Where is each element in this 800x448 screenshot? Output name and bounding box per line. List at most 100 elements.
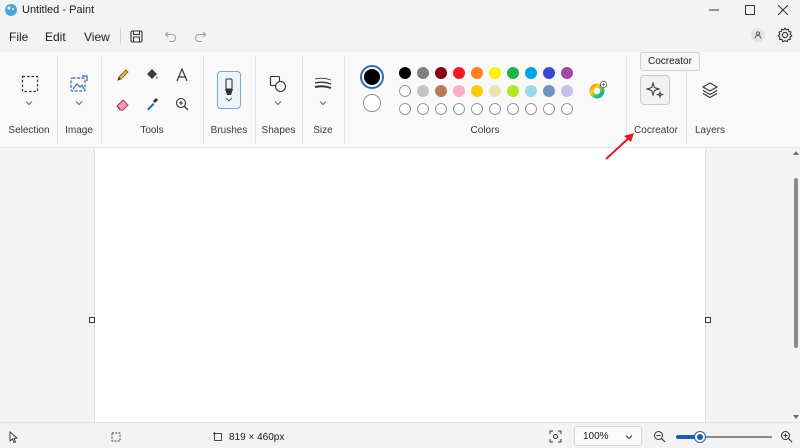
chevron-down-icon[interactable] xyxy=(75,100,83,106)
color-swatch[interactable] xyxy=(417,67,429,79)
close-window-button[interactable] xyxy=(766,0,800,20)
workspace xyxy=(0,148,800,422)
color-swatch[interactable] xyxy=(453,67,465,79)
menu-view[interactable]: View xyxy=(84,30,110,44)
close-icon xyxy=(778,5,788,15)
color-swatch[interactable] xyxy=(561,67,573,79)
drawing-canvas[interactable] xyxy=(94,148,706,422)
color-swatch[interactable] xyxy=(489,67,501,79)
magnifier-icon xyxy=(175,97,189,111)
group-label-layers: Layers xyxy=(694,125,725,136)
custom-color-slot[interactable] xyxy=(435,103,447,115)
account-button[interactable] xyxy=(751,28,765,42)
redo-icon xyxy=(194,31,206,42)
pencil-icon xyxy=(117,69,129,81)
image-tool-button[interactable] xyxy=(67,72,91,96)
color-swatch[interactable] xyxy=(507,85,519,97)
scrollbar-thumb[interactable] xyxy=(794,178,798,348)
layers-icon xyxy=(701,82,719,99)
canvas-size-text: 819 × 460px xyxy=(229,432,285,443)
custom-color-slot[interactable] xyxy=(453,103,465,115)
custom-color-slot[interactable] xyxy=(543,103,555,115)
zoom-in-icon[interactable] xyxy=(780,430,793,443)
window-title: Untitled - Paint xyxy=(22,4,95,16)
color-swatch[interactable] xyxy=(507,67,519,79)
color-swatch[interactable] xyxy=(453,85,465,97)
color-swatch[interactable] xyxy=(399,85,411,97)
custom-color-slot[interactable] xyxy=(525,103,537,115)
pencil-tool-button[interactable] xyxy=(114,66,132,84)
undo-button[interactable] xyxy=(159,26,181,46)
group-label-tools: Tools xyxy=(140,125,164,136)
magnifier-tool-button[interactable] xyxy=(173,95,191,113)
menu-edit[interactable]: Edit xyxy=(45,30,66,44)
zoom-slider-thumb[interactable] xyxy=(695,432,705,442)
color-swatch[interactable] xyxy=(399,67,411,79)
menu-file[interactable]: File xyxy=(9,30,28,44)
chevron-down-icon[interactable] xyxy=(274,100,282,106)
user-icon xyxy=(754,31,762,39)
brush-icon xyxy=(225,78,233,102)
color-swatch[interactable] xyxy=(489,85,501,97)
custom-color-slot[interactable] xyxy=(471,103,483,115)
custom-color-slot[interactable] xyxy=(399,103,411,115)
redo-button[interactable] xyxy=(189,26,211,46)
zoom-out-icon[interactable] xyxy=(653,430,666,443)
color-wheel-icon xyxy=(589,80,608,99)
secondary-color-button[interactable] xyxy=(363,94,381,112)
zoom-level-select[interactable]: 100% xyxy=(574,426,642,446)
maximize-icon xyxy=(745,5,755,15)
color-swatch[interactable] xyxy=(417,85,429,97)
color-swatch[interactable] xyxy=(561,85,573,97)
custom-color-slot[interactable] xyxy=(561,103,573,115)
shapes-button[interactable] xyxy=(266,72,290,96)
eyedropper-icon xyxy=(147,98,158,111)
paint-app-icon xyxy=(5,4,17,16)
stroke-size-icon xyxy=(314,77,332,89)
eraser-tool-button[interactable] xyxy=(114,95,132,113)
title-bar: Untitled - Paint xyxy=(0,0,800,22)
color-picker-tool-button[interactable] xyxy=(143,95,161,113)
color-swatch[interactable] xyxy=(435,67,447,79)
canvas-size-icon xyxy=(213,432,222,441)
primary-color-button[interactable] xyxy=(360,65,384,89)
scroll-down-arrow-icon[interactable] xyxy=(792,414,800,420)
image-resize-icon xyxy=(70,75,88,92)
status-bar: 819 × 460px 100% xyxy=(0,422,800,448)
minimize-button[interactable] xyxy=(697,0,731,20)
custom-color-slot[interactable] xyxy=(417,103,429,115)
cocreator-button[interactable] xyxy=(640,75,670,105)
color-swatch[interactable] xyxy=(471,85,483,97)
size-button[interactable] xyxy=(311,72,335,96)
chevron-down-icon[interactable] xyxy=(25,100,33,106)
canvas-resize-handle-left[interactable] xyxy=(89,317,95,323)
color-swatch[interactable] xyxy=(525,85,537,97)
fill-tool-button[interactable] xyxy=(143,66,161,84)
color-swatch[interactable] xyxy=(435,85,447,97)
brushes-button[interactable] xyxy=(217,71,241,109)
chevron-down-icon[interactable] xyxy=(319,100,327,106)
color-swatch[interactable] xyxy=(543,85,555,97)
color-swatch[interactable] xyxy=(471,67,483,79)
edit-colors-button[interactable] xyxy=(588,80,608,100)
scroll-up-arrow-icon[interactable] xyxy=(792,150,800,156)
color-swatch[interactable] xyxy=(543,67,555,79)
canvas-resize-handle-right[interactable] xyxy=(705,317,711,323)
layers-button[interactable] xyxy=(698,78,722,102)
text-icon xyxy=(176,67,188,82)
settings-gear-icon[interactable] xyxy=(776,26,794,44)
save-icon xyxy=(129,29,143,43)
custom-color-slot[interactable] xyxy=(507,103,519,115)
shapes-icon xyxy=(269,75,287,93)
color-swatch[interactable] xyxy=(525,67,537,79)
save-button[interactable] xyxy=(125,26,147,46)
vertical-scrollbar[interactable] xyxy=(792,148,800,422)
maximize-button[interactable] xyxy=(733,0,767,20)
secondary-color-swatch xyxy=(364,95,380,111)
selection-tool-button[interactable] xyxy=(18,72,42,96)
menu-divider xyxy=(120,28,121,44)
text-tool-button[interactable] xyxy=(173,66,191,84)
group-label-selection: Selection xyxy=(8,125,50,136)
custom-color-slot[interactable] xyxy=(489,103,501,115)
fit-to-window-icon[interactable] xyxy=(549,430,562,443)
